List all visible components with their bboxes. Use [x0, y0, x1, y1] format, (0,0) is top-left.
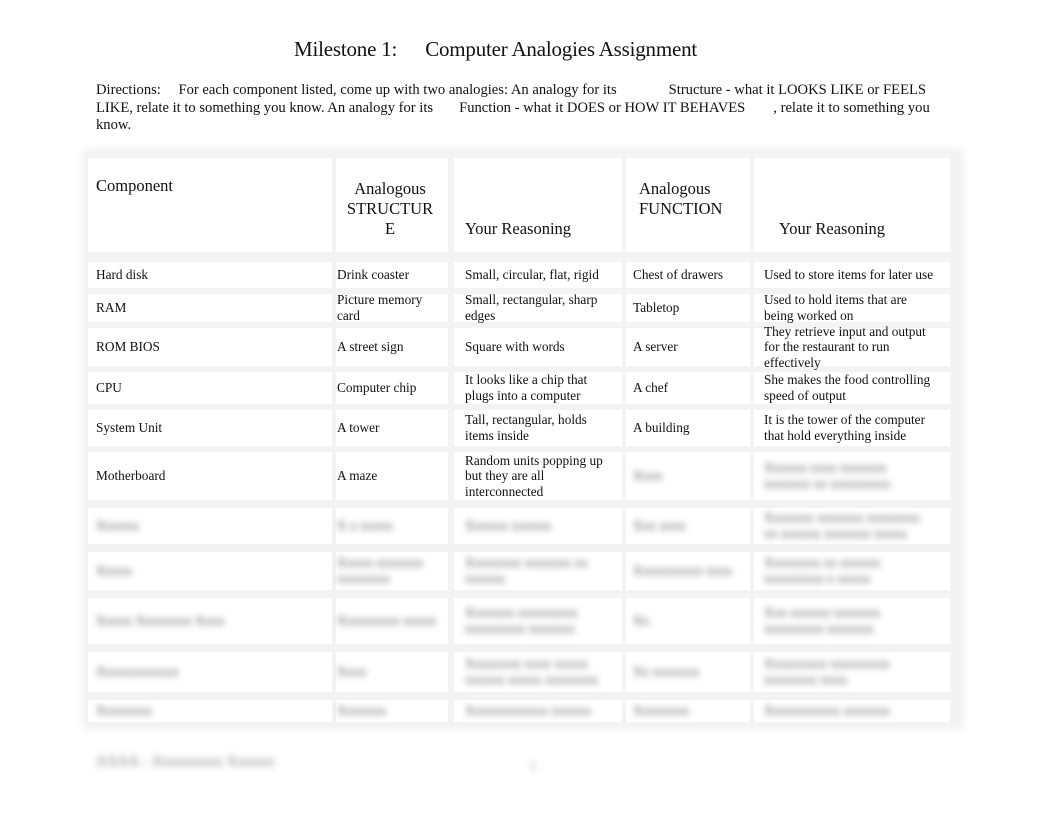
cell-function-reason: Xxxxxx xxxx xxxxxxx xxxxxxx xx xxxxxxxxx [764, 460, 891, 491]
cell-function: Xxxxxxxxxx xxxx [633, 563, 733, 579]
cell-structure: A tower [337, 420, 380, 436]
cell-structure: Picture memory card [337, 292, 423, 323]
cell-structure: X x xxxxx [337, 518, 394, 534]
cell-component: Xxxxxxxxxxxx [96, 664, 179, 680]
header-function-line1: Analogous [639, 179, 711, 198]
cell-structure-reason: Small, circular, flat, rigid [465, 267, 599, 283]
cell-function: Xxxxxxxx [633, 703, 690, 719]
cell-structure-reason: Xxxxxxxx xxxx xxxxx xxxxxx xxxxx xxxxxxx… [465, 656, 598, 687]
cell-structure: Xxxxx xxxxxxx xxxxxxxx [337, 555, 424, 586]
cell-component: System Unit [96, 420, 163, 436]
cell-function-reason: Xxxxxxxxx xxxxxxxxx xxxxxxxx xxxx [764, 656, 890, 687]
header-component: Component [96, 176, 173, 195]
cell-structure: Drink coaster [337, 267, 409, 283]
header-structure-line1: Analogous [354, 179, 426, 198]
header-cell-bg [88, 158, 332, 252]
header-structure-line2: STRUCTUR [346, 199, 434, 218]
cell-function-reason: Xxxxxxx xxxxxxx xxxxxxxx xx xxxxxx xxxxx… [764, 510, 920, 541]
cell-component: Hard disk [96, 267, 149, 283]
cell-function: Xxx xxxx [633, 518, 686, 534]
cell-function-reason: Xxxxxxxxxxx xxxxxxx [764, 703, 890, 719]
title-assignment: Computer Analogies Assignment [425, 37, 698, 61]
cell-structure-reason: Xxxxxxx xxxxxxxxx xxxxxxxxx xxxxxxx [465, 605, 578, 636]
cell-function: Tabletop [633, 300, 680, 316]
cell-component: Motherboard [96, 468, 166, 484]
header-analogous-function: Analogous FUNCTION [639, 179, 722, 219]
cell-structure: A maze [337, 468, 378, 484]
cell-function: Xxxx [633, 468, 663, 484]
cell-structure: Xxxxxxxxx xxxxx [337, 613, 437, 629]
cell-structure-reason: Small, rectangular, sharp edges [465, 292, 598, 323]
cell-structure: Xxxx [337, 664, 367, 680]
cell-component: Xxxxxxxx [96, 703, 153, 719]
page-number: 1 [530, 758, 537, 773]
header-structure-line3: E [384, 219, 396, 238]
cell-structure-reason: Xxxxxx xxxxxx [465, 518, 552, 534]
directions-function-phrase: Function - what it DOES or HOW IT BEHAVE… [459, 99, 746, 116]
cell-component: RAM [96, 300, 127, 316]
footer-text: XXXX - Xxxxxxxxx Xxxxxx [96, 754, 275, 770]
page-title: Milestone 1: Computer Analogies Assignmen… [294, 37, 697, 62]
cell-structure: Xxxxxxx [337, 703, 387, 719]
cell-component: Xxxxxx [96, 518, 139, 534]
header-analogous-structure: Analogous STRUCTUR E [340, 179, 440, 239]
cell-structure: Computer chip [337, 380, 417, 396]
cell-function: Xx xxxxxxx [633, 664, 700, 680]
directions-paragraph: Directions: For each component listed, c… [96, 82, 956, 135]
cell-structure: A street sign [337, 339, 404, 355]
directions-label: Directions: [96, 82, 161, 98]
cell-function: Xx [633, 613, 650, 629]
cell-function-reason: They retrieve input and output for the r… [764, 323, 926, 370]
cell-function: A chef [633, 380, 669, 396]
cell-function-reason: Xxx xxxxxx xxxxxxx xxxxxxxxx xxxxxxx [764, 605, 880, 636]
cell-structure-reason: Xxxxxxxxxxxx xxxxxx [465, 703, 591, 719]
cell-function: A server [633, 339, 678, 355]
analogies-table: Component Analogous STRUCTUR E Your Reas… [86, 152, 960, 726]
cell-function-reason: She makes the food controlling speed of … [764, 372, 931, 403]
title-milestone: Milestone 1: [294, 37, 398, 61]
cell-structure-reason: Random units popping up but they are all… [465, 452, 603, 499]
header-your-reasoning-2: Your Reasoning [779, 219, 886, 238]
cell-function-reason: It is the tower of the computer that hol… [764, 412, 925, 443]
cell-component: CPU [96, 380, 122, 396]
cell-component: Xxxxx Xxxxxxxx Xxxx [96, 613, 225, 629]
cell-component: Xxxxx [96, 563, 133, 579]
cell-structure-reason: It looks like a chip that plugs into a c… [465, 372, 588, 403]
directions-text-2: , relate it to something you know. An an… [129, 99, 434, 116]
directions-text-1: For each component listed, come up with … [178, 82, 617, 98]
header-your-reasoning-1: Your Reasoning [465, 219, 572, 238]
cell-structure-reason: Tall, rectangular, holds items inside [465, 412, 587, 443]
cell-function-reason: Used to store items for later use [764, 267, 934, 283]
cell-function: A building [633, 420, 690, 436]
cell-function: Chest of drawers [633, 267, 724, 283]
cell-structure-reason: Xxxxxxxx xxxxxxx xx xxxxxx [465, 555, 588, 586]
cell-structure-reason: Square with words [465, 339, 565, 355]
cell-function-reason: Xxxxxxxx xx xxxxxx xxxxxxxxx x xxxxx [764, 555, 880, 586]
cell-component: ROM BIOS [96, 339, 160, 355]
cell-function-reason: Used to hold items that are being worked… [764, 292, 907, 323]
header-function-line2: FUNCTION [639, 199, 723, 218]
